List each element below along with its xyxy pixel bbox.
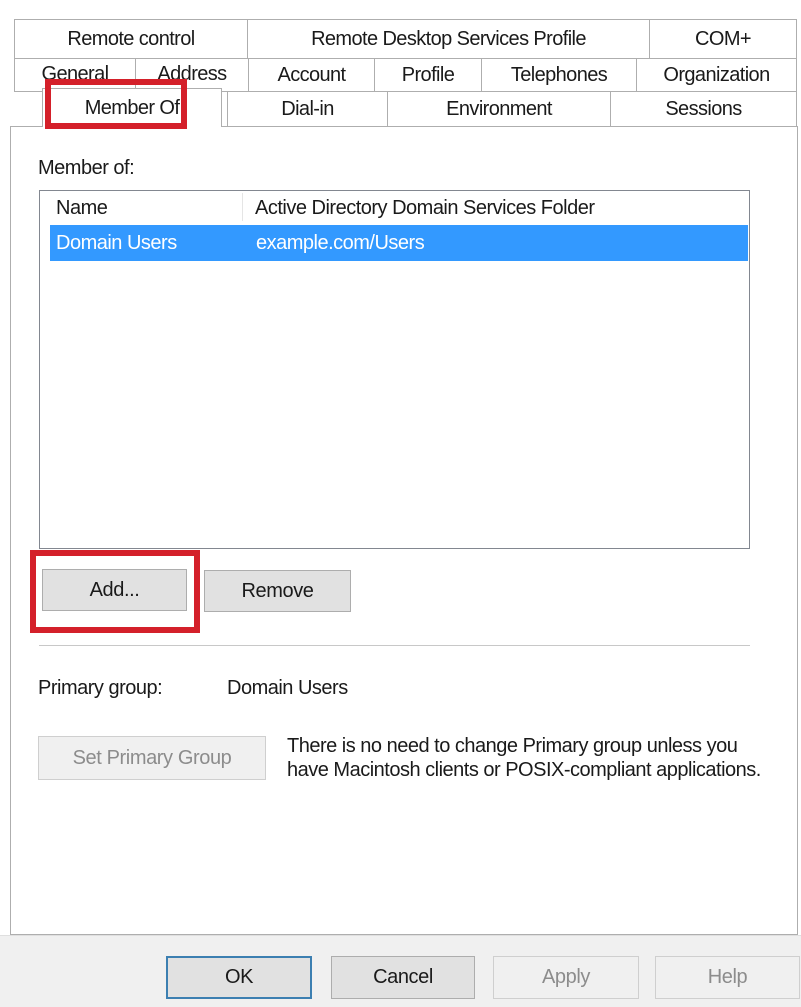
column-header-folder[interactable]: Active Directory Domain Services Folder bbox=[243, 191, 743, 225]
primary-group-label: Primary group: bbox=[38, 677, 163, 699]
tab-com-plus[interactable]: COM+ bbox=[649, 19, 797, 59]
member-of-tab-highlight bbox=[45, 79, 187, 129]
tab-environment[interactable]: Environment bbox=[387, 91, 611, 127]
set-primary-group-button[interactable]: Set Primary Group bbox=[38, 736, 266, 780]
remove-button[interactable]: Remove bbox=[204, 570, 351, 612]
ok-button[interactable]: OK bbox=[166, 956, 312, 999]
member-of-label: Member of: bbox=[38, 157, 135, 179]
list-row-selected[interactable]: Domain Users example.com/Users bbox=[50, 225, 748, 261]
separator bbox=[39, 645, 750, 646]
tab-account[interactable]: Account bbox=[248, 58, 375, 92]
tab-remote-desktop-services-profile[interactable]: Remote Desktop Services Profile bbox=[247, 19, 650, 59]
add-button-highlight bbox=[30, 550, 200, 633]
primary-group-value: Domain Users bbox=[227, 677, 348, 699]
tab-organization[interactable]: Organization bbox=[636, 58, 797, 92]
panel-border-left bbox=[10, 126, 43, 127]
apply-button[interactable]: Apply bbox=[493, 956, 639, 999]
help-button[interactable]: Help bbox=[655, 956, 800, 999]
panel-border-right bbox=[221, 126, 798, 127]
tab-sessions[interactable]: Sessions bbox=[610, 91, 797, 127]
tab-remote-control[interactable]: Remote control bbox=[14, 19, 248, 59]
member-of-list[interactable]: Name Active Directory Domain Services Fo… bbox=[39, 190, 750, 549]
cancel-button[interactable]: Cancel bbox=[331, 956, 475, 999]
row-name: Domain Users bbox=[56, 232, 177, 254]
tab-dial-in[interactable]: Dial-in bbox=[227, 91, 388, 127]
tab-profile[interactable]: Profile bbox=[374, 58, 482, 92]
column-header-name[interactable]: Name bbox=[44, 191, 241, 225]
row-folder: example.com/Users bbox=[256, 232, 425, 254]
tab-telephones[interactable]: Telephones bbox=[481, 58, 637, 92]
primary-group-note: There is no need to change Primary group… bbox=[287, 735, 761, 781]
